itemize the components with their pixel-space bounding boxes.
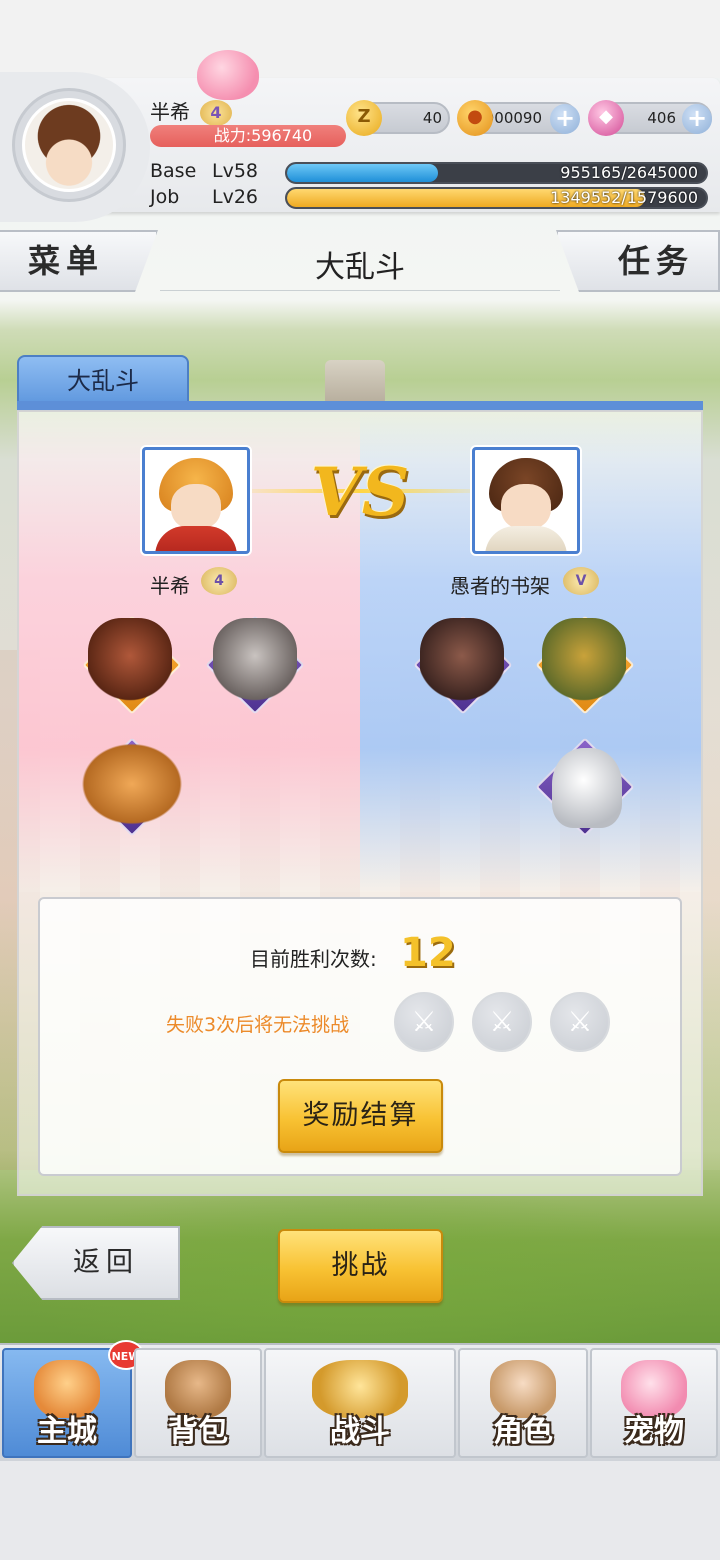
nav-label: 背包 [168, 1414, 228, 1449]
title-divider [160, 290, 560, 291]
back-button[interactable]: 返回 [12, 1226, 180, 1300]
left-rank-badge: 4 [201, 567, 237, 595]
system-bar-area [0, 1461, 720, 1560]
job-exp-bar: 1349552/1579600 [285, 187, 708, 209]
right-pet-whisper-ghost[interactable] [552, 748, 622, 828]
portrait-outfit [485, 526, 567, 551]
add-gold-button[interactable]: + [550, 104, 580, 134]
add-gem-button[interactable]: + [682, 104, 712, 134]
nav-label: 角色 [493, 1414, 553, 1449]
right-player-name: 愚者的书架 [450, 574, 550, 598]
job-exp-text: 1349552/1579600 [550, 188, 698, 207]
loss-warning: 失败3次后将无法挑战 [166, 1014, 350, 1036]
job-level: Lv26 [212, 186, 259, 208]
portrait-face [501, 484, 551, 530]
nav-backpack[interactable]: 背包 [134, 1348, 262, 1458]
rank-badge: 4 [200, 100, 232, 126]
base-label: Base [150, 160, 197, 182]
wins-count: 12 [400, 930, 456, 976]
right-pet-orc-lord[interactable] [420, 618, 504, 702]
page-title: 大乱斗 [315, 250, 405, 285]
avatar[interactable] [22, 98, 116, 192]
base-exp-fill [287, 164, 439, 182]
combat-power: 战力:596740 [150, 125, 346, 147]
right-rank-badge: V [563, 567, 599, 595]
nav-pet[interactable]: 宠物 [590, 1348, 718, 1458]
castle-tower-icon [325, 360, 385, 402]
nav-label: 宠物 [624, 1414, 684, 1449]
zeny-coin-icon: Z [346, 100, 382, 136]
task-button[interactable]: 任务 [556, 230, 720, 292]
portrait-face [171, 484, 221, 530]
gold-coin-icon: ● [457, 100, 493, 136]
left-pet-minotaur[interactable] [88, 618, 172, 702]
base-exp-bar: 955165/2645000 [285, 162, 708, 184]
nav-label: 主城 [37, 1414, 97, 1449]
tab-brawl[interactable]: 大乱斗 [17, 355, 189, 405]
reward-settle-button[interactable]: 奖励结算 [278, 1079, 443, 1153]
left-player-portrait[interactable] [142, 447, 250, 554]
life-slot-1-swords-icon: ⚔ [394, 992, 454, 1052]
left-player-name: 半希 [150, 574, 190, 598]
challenge-button[interactable]: 挑战 [278, 1229, 443, 1303]
nav-character[interactable]: 角色 [458, 1348, 588, 1458]
player-name: 半希 [150, 100, 190, 124]
menu-button[interactable]: 菜单 [0, 230, 158, 292]
gold-value: 900090 [484, 109, 542, 127]
right-pet-golden-bug[interactable] [542, 618, 626, 702]
status-area [0, 0, 720, 78]
job-label: Job [150, 186, 180, 208]
pet-poring-icon [197, 50, 259, 100]
gem-value: 406 [647, 109, 676, 127]
base-exp-text: 955165/2645000 [560, 163, 698, 182]
nav-battle[interactable]: 战斗 [264, 1348, 456, 1458]
left-pet-orc-warrior[interactable] [213, 618, 297, 702]
life-slot-3-swords-icon: ⚔ [550, 992, 610, 1052]
left-pet-nine-tail[interactable] [80, 742, 184, 826]
life-slot-2-swords-icon: ⚔ [472, 992, 532, 1052]
right-player-portrait[interactable] [472, 447, 580, 554]
base-level: Lv58 [212, 160, 259, 182]
gem-icon: ◆ [588, 100, 624, 136]
vs-emblem: VS [310, 453, 410, 531]
zeny-value: 40 [422, 109, 442, 127]
nav-label: 战斗 [330, 1414, 390, 1449]
portrait-outfit [155, 526, 237, 551]
wins-label: 目前胜利次数: [250, 947, 377, 971]
